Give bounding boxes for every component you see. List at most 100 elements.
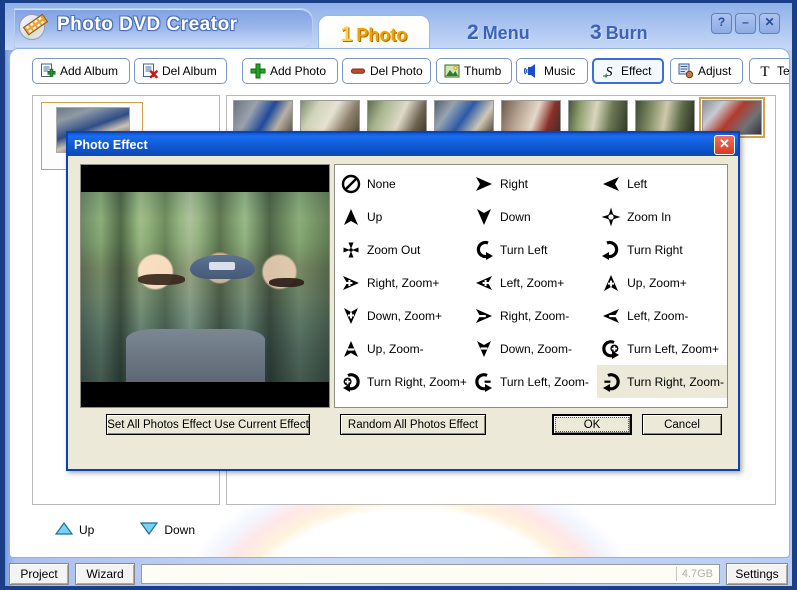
effect-label: Left bbox=[627, 177, 647, 191]
set-all-photos-effect-button[interactable]: Set All Photos Effect Use Current Effect bbox=[106, 414, 310, 435]
del-album-button[interactable]: Del Album bbox=[134, 58, 227, 84]
effect-label: Turn Right, Zoom+ bbox=[367, 375, 467, 389]
no-entry-icon bbox=[340, 173, 362, 195]
ok-button-label: OK bbox=[555, 417, 629, 432]
effect-item-up-zoom-minus[interactable]: Up, Zoom- bbox=[337, 332, 470, 365]
effect-item-right[interactable]: Right bbox=[470, 167, 597, 200]
add-album-label: Add Album bbox=[60, 64, 118, 78]
tab-photo-number: 1 bbox=[341, 23, 353, 47]
music-button[interactable]: Music bbox=[516, 58, 588, 84]
effect-item-left[interactable]: Left bbox=[597, 167, 727, 200]
effect-item-turn-left-zoom-plus[interactable]: Turn Left, Zoom+ bbox=[597, 332, 727, 365]
adjust-icon bbox=[678, 63, 694, 79]
arrow-right-icon bbox=[473, 173, 495, 195]
arrow-up-icon bbox=[340, 206, 362, 228]
move-up-button[interactable]: Up bbox=[55, 522, 94, 538]
minus-icon bbox=[350, 63, 366, 79]
text-label: Text bbox=[777, 64, 790, 78]
effect-item-left-zoom-plus[interactable]: Left, Zoom+ bbox=[470, 266, 597, 299]
tab-menu[interactable]: 2 Menu bbox=[467, 15, 530, 51]
photo-thumbnail[interactable] bbox=[434, 100, 494, 135]
ok-button[interactable]: OK bbox=[552, 414, 632, 435]
effect-label: Turn Right bbox=[627, 243, 683, 257]
photo-thumbnail[interactable] bbox=[233, 100, 293, 135]
effect-label: Up, Zoom- bbox=[367, 342, 424, 356]
preview-cap bbox=[190, 255, 254, 280]
photo-thumbnail[interactable] bbox=[300, 100, 360, 135]
speaker-icon bbox=[524, 63, 540, 79]
dialog-body: None Right Left bbox=[68, 156, 738, 469]
project-button[interactable]: Project bbox=[9, 563, 69, 585]
minimize-button[interactable]: – bbox=[735, 13, 756, 34]
del-photo-label: Del Photo bbox=[370, 64, 423, 78]
effect-item-turn-right-zoom-minus[interactable]: Turn Right, Zoom- bbox=[597, 365, 727, 398]
turn-right-icon bbox=[600, 239, 622, 261]
move-down-button[interactable]: Down bbox=[140, 522, 195, 538]
add-photo-button[interactable]: Add Photo bbox=[242, 58, 338, 84]
effect-label: Right, Zoom- bbox=[500, 309, 569, 323]
photo-thumbnail-selected[interactable] bbox=[702, 100, 762, 135]
effect-button[interactable]: S Effect bbox=[592, 58, 664, 84]
random-all-photos-effect-button[interactable]: Random All Photos Effect bbox=[340, 414, 486, 435]
text-t-icon: T bbox=[757, 63, 773, 79]
arrow-right-minus-icon bbox=[473, 305, 495, 327]
thumb-button[interactable]: Thumb bbox=[436, 58, 512, 84]
help-button[interactable]: ? bbox=[711, 13, 732, 34]
effect-item-up-zoom-plus[interactable]: Up, Zoom+ bbox=[597, 266, 727, 299]
arrow-left-plus-icon bbox=[473, 272, 495, 294]
effect-label: Right, Zoom+ bbox=[367, 276, 439, 290]
effect-label: Turn Left bbox=[500, 243, 548, 257]
effect-grid: None Right Left bbox=[335, 165, 727, 398]
adjust-button[interactable]: Adjust bbox=[670, 58, 743, 84]
effect-item-zoom-in[interactable]: Zoom In bbox=[597, 200, 727, 233]
settings-button[interactable]: Settings bbox=[726, 563, 788, 585]
add-album-button[interactable]: Add Album bbox=[32, 58, 130, 84]
window-frame-bottom bbox=[0, 586, 797, 590]
move-down-label: Down bbox=[164, 523, 195, 537]
document-delete-icon bbox=[142, 63, 158, 79]
effect-item-right-zoom-plus[interactable]: Right, Zoom+ bbox=[337, 266, 470, 299]
adjust-label: Adjust bbox=[698, 64, 731, 78]
music-label: Music bbox=[544, 64, 575, 78]
del-photo-button[interactable]: Del Photo bbox=[342, 58, 431, 84]
effect-label: Turn Right, Zoom- bbox=[627, 375, 724, 389]
effect-item-none[interactable]: None bbox=[337, 167, 470, 200]
turn-left-icon bbox=[473, 239, 495, 261]
effect-item-zoom-out[interactable]: Zoom Out bbox=[337, 233, 470, 266]
effect-item-turn-right-zoom-plus[interactable]: Turn Right, Zoom+ bbox=[337, 365, 470, 398]
effect-list[interactable]: None Right Left bbox=[334, 164, 728, 408]
photo-thumbnail[interactable] bbox=[635, 100, 695, 135]
svg-text:T: T bbox=[760, 64, 769, 79]
photo-thumbnail[interactable] bbox=[367, 100, 427, 135]
s-curve-icon: S bbox=[601, 63, 617, 79]
text-button[interactable]: T Text bbox=[749, 58, 790, 84]
triangle-up-icon bbox=[55, 522, 73, 538]
dialog-close-button[interactable]: ✕ bbox=[714, 135, 735, 155]
effect-item-up[interactable]: Up bbox=[337, 200, 470, 233]
tab-burn-label: Burn bbox=[606, 23, 648, 44]
effect-label: Left, Zoom+ bbox=[500, 276, 564, 290]
effect-item-right-zoom-minus[interactable]: Right, Zoom- bbox=[470, 299, 597, 332]
turn-right-minus-icon bbox=[600, 371, 622, 393]
effect-item-down[interactable]: Down bbox=[470, 200, 597, 233]
add-photo-label: Add Photo bbox=[270, 64, 326, 78]
effect-label: Turn Left, Zoom- bbox=[500, 375, 589, 389]
effect-item-down-zoom-minus[interactable]: Down, Zoom- bbox=[470, 332, 597, 365]
effect-item-turn-right[interactable]: Turn Right bbox=[597, 233, 727, 266]
wizard-button[interactable]: Wizard bbox=[75, 563, 135, 585]
effect-item-turn-left-zoom-minus[interactable]: Turn Left, Zoom- bbox=[470, 365, 597, 398]
close-button[interactable]: ✕ bbox=[759, 13, 780, 34]
cancel-button[interactable]: Cancel bbox=[642, 414, 722, 435]
effect-label: Turn Left, Zoom+ bbox=[627, 342, 719, 356]
arrow-right-plus-icon bbox=[340, 272, 362, 294]
tab-burn[interactable]: 3 Burn bbox=[590, 15, 648, 51]
status-bar: Project Wizard 4.7GB Settings bbox=[9, 562, 788, 586]
effect-label: Up bbox=[367, 210, 382, 224]
effect-item-turn-left[interactable]: Turn Left bbox=[470, 233, 597, 266]
effect-item-down-zoom-plus[interactable]: Down, Zoom+ bbox=[337, 299, 470, 332]
plus-icon bbox=[250, 63, 266, 79]
photo-thumbnail[interactable] bbox=[568, 100, 628, 135]
preview-sunglasses-left bbox=[138, 274, 185, 285]
effect-item-left-zoom-minus[interactable]: Left, Zoom- bbox=[597, 299, 727, 332]
photo-thumbnail[interactable] bbox=[501, 100, 561, 135]
